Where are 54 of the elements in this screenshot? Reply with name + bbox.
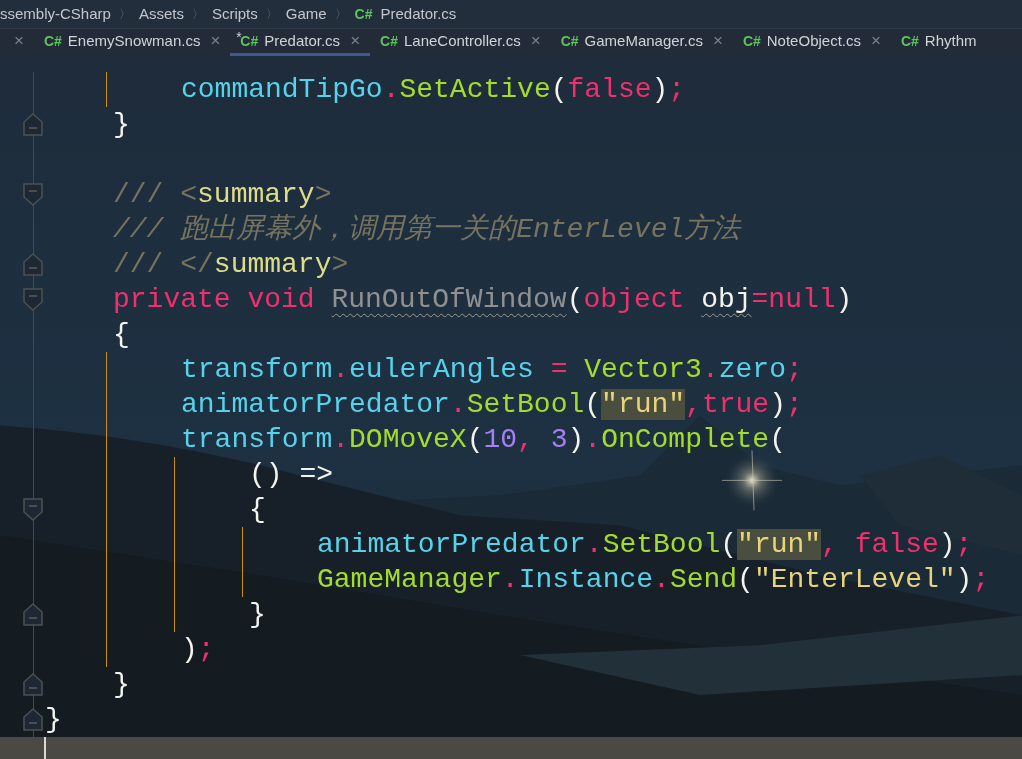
- code-line: transform.DOMoveX(10, 3).OnComplete(: [181, 423, 786, 457]
- code-line: transform.eulerAngles = Vector3.zero;: [181, 353, 803, 387]
- code-line: private void RunOutOfWindow(object obj=null): [113, 283, 853, 317]
- code-line: }: [249, 598, 266, 632]
- code-line: {: [249, 493, 266, 527]
- breadcrumb-item[interactable]: Predator.cs: [380, 2, 457, 26]
- editor-tab[interactable]: C# EnemySnowman.cs ×: [33, 29, 231, 56]
- tab-label: NoteObject.cs: [766, 30, 861, 51]
- code-line: animatorPredator.SetBool("run", false);: [317, 528, 973, 562]
- code-line: }: [113, 108, 130, 142]
- csharp-file-icon: C#: [240, 30, 259, 52]
- breadcrumb-item[interactable]: Scripts: [211, 2, 258, 26]
- close-icon[interactable]: ×: [210, 29, 221, 54]
- breadcrumb-item[interactable]: Assets: [138, 2, 184, 26]
- close-icon[interactable]: ×: [14, 29, 24, 54]
- editor-tab[interactable]: C# Rhythm: [890, 29, 987, 56]
- code-line: {: [113, 318, 130, 352]
- breadcrumb-separator: 〉: [334, 6, 347, 23]
- close-icon[interactable]: ×: [350, 29, 361, 54]
- csharp-file-icon: C#: [742, 30, 761, 52]
- editor-tab[interactable]: C# GameManager.cs ×: [550, 29, 733, 56]
- csharp-file-icon: C#: [43, 30, 62, 52]
- close-icon[interactable]: ×: [530, 29, 541, 54]
- close-icon[interactable]: ×: [871, 29, 881, 54]
- code-line: );: [181, 633, 215, 667]
- csharp-file-icon: C#: [900, 30, 919, 52]
- csharp-file-icon: C#: [560, 30, 579, 52]
- modified-marker: *: [236, 29, 242, 45]
- code-line: /// <summary>: [113, 178, 332, 212]
- tab-label: Rhythm: [924, 30, 977, 51]
- breadcrumb-separator: 〉: [265, 6, 278, 23]
- breadcrumb-item[interactable]: Game: [285, 2, 327, 26]
- tab-label: EnemySnowman.cs: [67, 30, 201, 51]
- code-line: () =>: [249, 458, 333, 492]
- horizontal-scrollbar[interactable]: [0, 737, 1022, 759]
- code-line: animatorPredator.SetBool("run",true);: [181, 388, 803, 422]
- code-line: }: [113, 668, 130, 702]
- csharp-file-icon: C#: [380, 30, 398, 52]
- code-line: /// 跑出屏幕外，调用第一关的EnterLevel方法: [113, 212, 741, 247]
- breadcrumb-separator: 〉: [118, 6, 131, 23]
- code-line: }: [45, 703, 62, 737]
- editor-tab[interactable]: C# LaneController.cs ×: [370, 29, 551, 56]
- code-line: commandTipGo.SetActive(false);: [181, 73, 686, 107]
- tab-label: Predator.cs: [264, 30, 341, 51]
- tab-label: GameManager.cs: [584, 30, 703, 51]
- close-icon[interactable]: ×: [712, 29, 723, 54]
- editor-tab[interactable]: C# NoteObject.cs ×: [732, 29, 891, 56]
- breadcrumb-item[interactable]: ssembly-CSharp: [0, 2, 111, 26]
- tab-label: LaneController.cs: [403, 30, 521, 51]
- breadcrumb-separator: 〉: [191, 6, 204, 23]
- code-line: /// </summary>: [113, 248, 349, 282]
- csharp-file-icon: C#: [354, 3, 373, 25]
- code-line: GameManager.Instance.Send("EnterLevel");: [317, 563, 990, 597]
- editor-tab[interactable]: ×: [0, 29, 34, 56]
